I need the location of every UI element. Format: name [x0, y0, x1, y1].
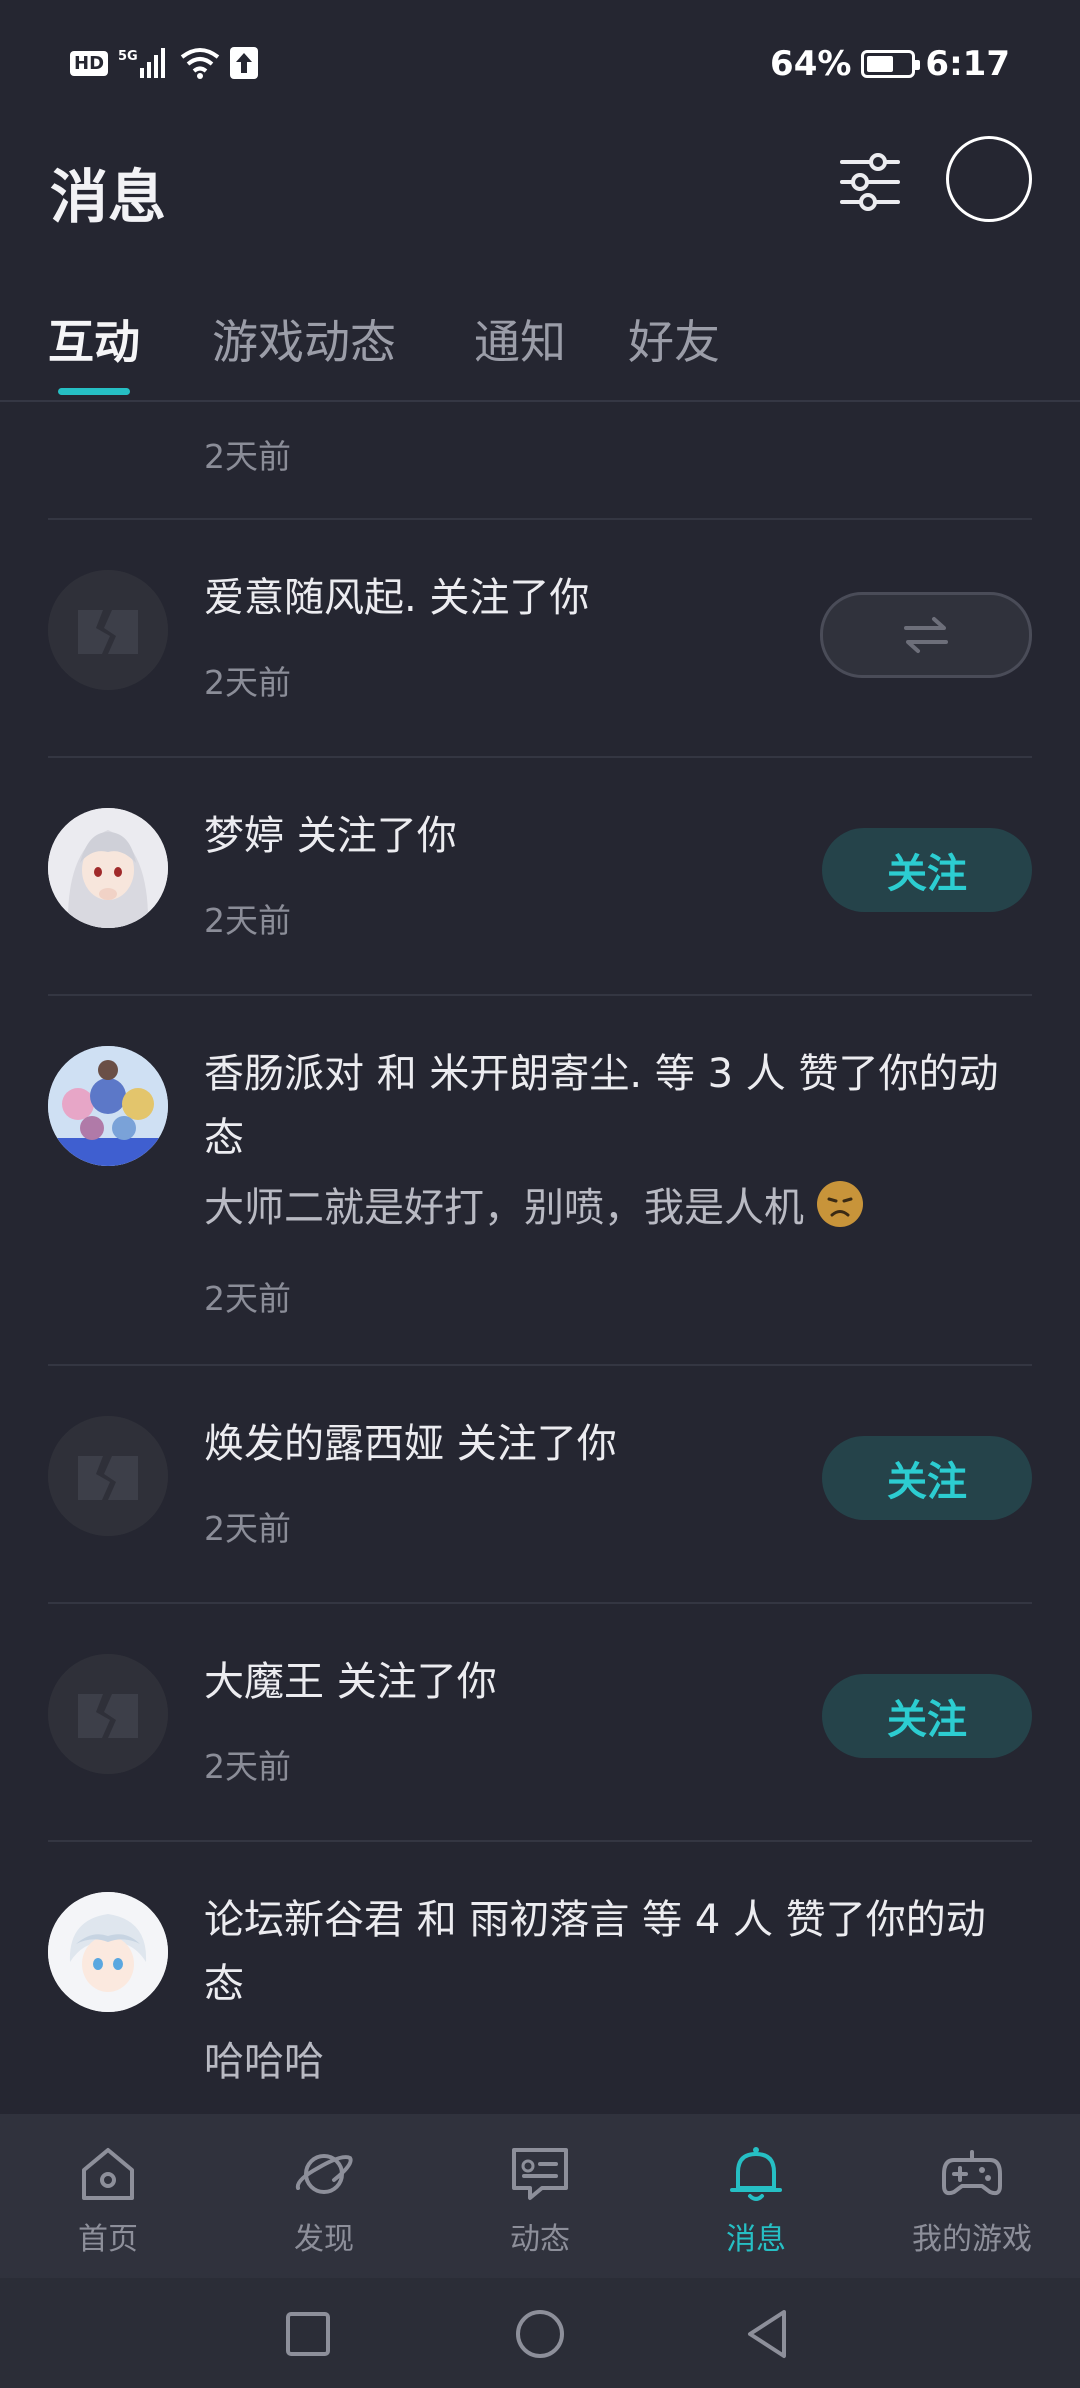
status-bar: HD 5G 64% 6:17 — [0, 0, 1080, 130]
user-avatar[interactable] — [48, 1892, 168, 2012]
tab-bar: 互动 游戏动态 通知 好友 — [0, 296, 1080, 402]
tab-interaction[interactable]: 互动 — [48, 306, 140, 372]
broken-image-icon — [48, 570, 168, 690]
profile-avatar-button[interactable] — [946, 136, 1032, 222]
list-item[interactable]: 爱意随风起. 关注了你 2天前 — [48, 520, 1032, 756]
item-content: 大师二就是好打，别喷，我是人机 — [204, 1176, 863, 1240]
tab-notifications[interactable]: 通知 — [474, 306, 566, 372]
bottom-nav: 首页 发现 动态 消息 我的游戏 — [0, 2114, 1080, 2278]
home-icon — [82, 2148, 134, 2200]
nav-feed[interactable]: 动态 — [460, 2142, 620, 2258]
list-item[interactable]: 梦婷 关注了你 2天前 关注 — [48, 758, 1032, 994]
filter-button[interactable] — [838, 150, 902, 214]
user-avatar[interactable] — [48, 1046, 168, 1166]
list-item[interactable]: 香肠派对 和 米开朗寄尘. 等 3 人 赞了你的动态 大师二就是好打，别喷，我是… — [48, 996, 1032, 1364]
tab-friends[interactable]: 好友 — [628, 306, 720, 372]
clock: 6:17 — [925, 44, 1010, 84]
broken-image-icon — [48, 1654, 168, 1774]
signal-5g-icon: 5G — [118, 48, 166, 78]
follow-button[interactable]: 关注 — [822, 1436, 1032, 1520]
nav-discover[interactable]: 发现 — [244, 2142, 404, 2258]
chat-card-icon — [512, 2148, 568, 2200]
item-time: 2天前 — [204, 901, 291, 940]
avatar-placeholder[interactable] — [48, 1416, 168, 1536]
item-time: 2天前 — [204, 663, 291, 702]
group-chibi-avatar-icon — [48, 1046, 168, 1166]
anime-girl-avatar-icon — [48, 808, 168, 928]
battery-icon — [861, 50, 921, 78]
nav-label: 我的游戏 — [912, 2222, 1032, 2257]
page-title: 消息 — [50, 163, 167, 231]
broken-image-icon — [48, 1416, 168, 1536]
battery-percent: 64% — [770, 44, 852, 84]
avatar-placeholder[interactable] — [48, 1654, 168, 1774]
recent-apps-icon[interactable] — [284, 2310, 332, 2358]
nav-my-games[interactable]: 我的游戏 — [892, 2142, 1052, 2258]
item-time: 2天前 — [204, 1509, 291, 1548]
header: 消息 — [0, 130, 1080, 250]
hd-badge: HD — [70, 50, 109, 76]
list-item[interactable]: 论坛新谷君 和 雨初落言 等 4 人 赞了你的动态 哈哈哈 — [48, 1842, 1032, 2114]
nav-messages[interactable]: 消息 — [676, 2142, 836, 2258]
item-time: 2天前 — [204, 437, 291, 476]
list-item[interactable]: 焕发的露西娅 关注了你 2天前 关注 — [48, 1366, 1032, 1602]
svg-text:5G: 5G — [118, 49, 138, 64]
wifi-icon — [180, 48, 220, 79]
item-time: 2天前 — [204, 1279, 291, 1318]
anime-boy-avatar-icon — [48, 1892, 168, 2012]
nav-label: 首页 — [78, 2222, 138, 2257]
user-avatar[interactable] — [48, 808, 168, 928]
status-icons-left: HD 5G — [70, 46, 259, 80]
back-icon[interactable] — [744, 2308, 790, 2360]
list-item[interactable]: 大魔王 关注了你 2天前 关注 — [48, 1604, 1032, 1840]
planet-icon — [295, 2154, 353, 2194]
nav-home[interactable]: 首页 — [28, 2142, 188, 2258]
upload-icon — [230, 47, 259, 79]
item-content-text: 哈哈哈 — [204, 2039, 324, 2085]
item-content-text: 大师二就是好打，别喷，我是人机 — [204, 1185, 804, 1231]
follow-button[interactable]: 关注 — [822, 828, 1032, 912]
nav-label: 发现 — [294, 2222, 354, 2257]
follow-button[interactable]: 关注 — [822, 1674, 1032, 1758]
bell-icon — [730, 2147, 782, 2201]
active-tab-indicator — [58, 388, 130, 395]
swap-arrows-icon — [904, 617, 948, 653]
disappointed-face-icon — [816, 1181, 863, 1227]
home-circle-icon[interactable] — [514, 2308, 566, 2360]
tab-game-updates[interactable]: 游戏动态 — [212, 306, 396, 372]
avatar-placeholder[interactable] — [48, 570, 168, 690]
interaction-feed[interactable]: 2天前 爱意随风起. 关注了你 2天前 梦婷 关注了你 2天前 关注 香肠派对 … — [0, 402, 1080, 2114]
nav-label: 动态 — [510, 2222, 570, 2257]
item-time: 2天前 — [204, 1747, 291, 1786]
system-navigation-bar — [0, 2278, 1080, 2388]
filter-sliders-icon — [840, 153, 900, 211]
item-title: 香肠派对 和 米开朗寄尘. 等 3 人 赞了你的动态 — [204, 1051, 999, 1161]
status-icons-right: 64% 6:17 — [770, 44, 1010, 84]
gamepad-icon — [942, 2150, 1002, 2196]
item-title: 论坛新谷君 和 雨初落言 等 4 人 赞了你的动态 — [204, 1897, 986, 2007]
nav-label: 消息 — [726, 2222, 786, 2257]
mutual-follow-button[interactable] — [820, 592, 1032, 678]
